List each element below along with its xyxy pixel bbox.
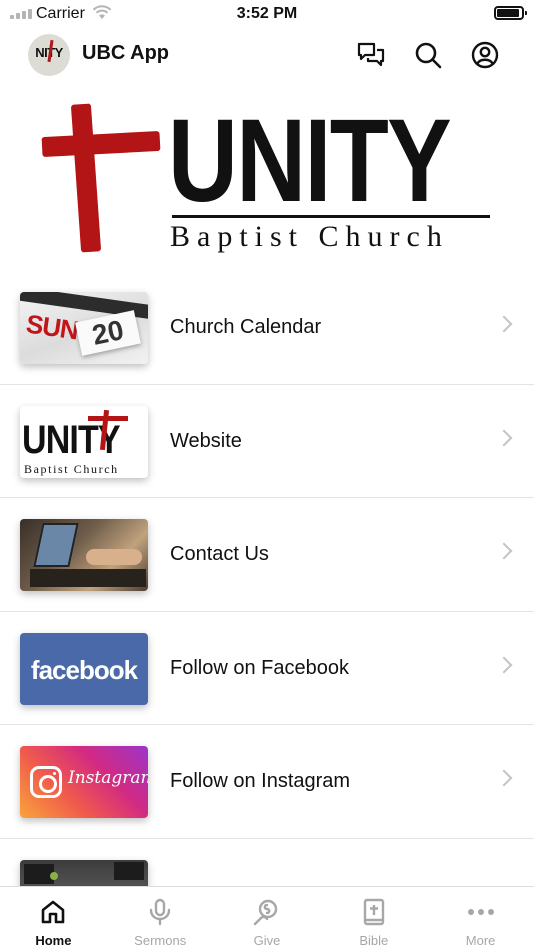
list-item-label: Church Calendar bbox=[170, 316, 322, 338]
clock: 3:52 PM bbox=[236, 5, 298, 22]
list-item-facebook[interactable]: facebook Follow on Facebook bbox=[0, 612, 534, 725]
tab-sermons[interactable]: Sermons bbox=[107, 887, 214, 950]
calendar-date-text: 20 bbox=[75, 310, 141, 356]
chevron-right-icon bbox=[495, 769, 513, 787]
tab-home[interactable]: Home bbox=[0, 887, 107, 950]
tab-label: Bible bbox=[359, 933, 389, 948]
unity-logo-thumbnail: UNITY Baptist Church bbox=[20, 405, 148, 478]
banner-title: UNITY bbox=[168, 95, 452, 227]
tab-more[interactable]: More bbox=[427, 887, 534, 950]
facebook-logo-text: facebook bbox=[30, 654, 138, 685]
list-item-label: Website bbox=[170, 429, 242, 452]
more-dots-icon bbox=[427, 897, 534, 927]
video-frame-right bbox=[114, 861, 144, 880]
typing-hand bbox=[86, 549, 142, 565]
laptop-typing-thumbnail bbox=[20, 519, 148, 591]
list-item-label: Follow on Instagram bbox=[170, 770, 351, 792]
battery-icon bbox=[494, 6, 527, 20]
instagram-camera-icon bbox=[30, 766, 62, 798]
list-item-label: Follow on Facebook bbox=[170, 656, 349, 679]
banner-subtitle: Baptist Church bbox=[170, 220, 449, 253]
tab-label: Sermons bbox=[134, 933, 187, 948]
cross-logo-vertical bbox=[70, 103, 102, 253]
list-item-instagram[interactable]: Instagram Follow on Instagram bbox=[0, 725, 534, 839]
chevron-right-icon bbox=[495, 542, 513, 560]
tab-bible[interactable]: Bible bbox=[320, 887, 427, 950]
app-logo-avatar[interactable]: NITY bbox=[28, 34, 70, 76]
chevron-right-icon bbox=[495, 429, 513, 446]
menu-list: SUN 20 Church Calendar UNITY Baptist Chu… bbox=[0, 271, 534, 932]
calendar-day-text: SUN bbox=[24, 308, 80, 346]
chevron-right-icon bbox=[495, 315, 513, 333]
calendar-thumbnail: SUN 20 bbox=[20, 292, 148, 364]
laptop-keyboard bbox=[30, 569, 146, 587]
profile-icon[interactable] bbox=[468, 38, 502, 72]
church-logo-banner: UNITY Baptist Church bbox=[0, 92, 534, 262]
bottom-tab-bar: Home Sermons Give Bible More bbox=[0, 886, 534, 950]
search-icon[interactable] bbox=[411, 38, 445, 72]
list-item-contact-us[interactable]: Contact Us bbox=[0, 498, 534, 612]
facebook-thumbnail: facebook bbox=[20, 632, 148, 705]
bible-icon bbox=[320, 897, 427, 927]
cross-logo-horizontal bbox=[41, 130, 161, 158]
tab-label: More bbox=[465, 933, 496, 948]
banner-divider bbox=[172, 215, 490, 218]
laptop-screen bbox=[33, 523, 79, 567]
tab-label: Give bbox=[253, 933, 281, 948]
video-marker bbox=[50, 871, 58, 880]
list-item-label: Contact Us bbox=[170, 543, 269, 565]
microphone-icon bbox=[107, 897, 214, 927]
status-bar: Carrier 3:52 PM bbox=[0, 0, 534, 28]
list-item-website[interactable]: UNITY Baptist Church Website bbox=[0, 385, 534, 498]
app-header: NITY UBC App bbox=[0, 28, 534, 84]
chevron-right-icon bbox=[495, 656, 513, 673]
give-icon bbox=[214, 897, 321, 927]
thumb-logo-subtitle: Baptist Church bbox=[24, 461, 119, 476]
home-icon bbox=[0, 897, 107, 927]
instagram-logo-text: Instagram bbox=[68, 768, 148, 788]
tab-give[interactable]: Give bbox=[214, 887, 321, 950]
list-item-church-calendar[interactable]: SUN 20 Church Calendar bbox=[0, 271, 534, 385]
tab-label: Home bbox=[35, 933, 72, 948]
chat-icon[interactable] bbox=[354, 38, 388, 72]
instagram-thumbnail: Instagram bbox=[20, 746, 148, 818]
app-title: UBC App bbox=[82, 42, 170, 64]
